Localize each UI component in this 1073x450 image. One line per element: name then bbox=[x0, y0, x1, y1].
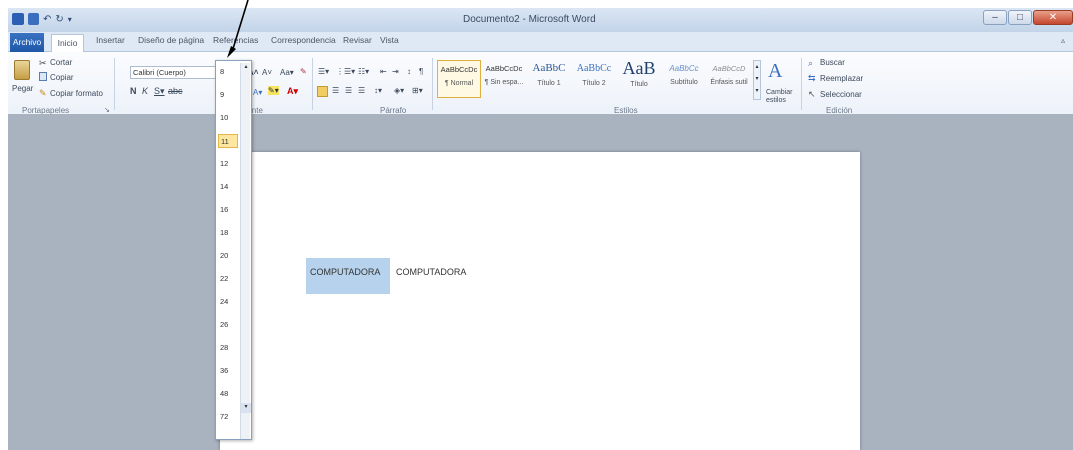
tab-referencias[interactable]: Referencias bbox=[213, 35, 258, 45]
copy-button[interactable]: Copiar bbox=[50, 73, 74, 82]
underline-icon[interactable]: S▾ bbox=[154, 86, 165, 97]
bullets-icon[interactable]: ☰▾ bbox=[318, 67, 329, 76]
find-button[interactable]: Buscar bbox=[820, 58, 845, 67]
undo-icon[interactable]: ↶ bbox=[43, 14, 51, 25]
tab-insertar[interactable]: Insertar bbox=[96, 35, 125, 45]
font-size-option[interactable]: 10 bbox=[218, 111, 238, 125]
clipboard-launcher-icon[interactable]: ↘ bbox=[104, 106, 110, 114]
align-right-icon[interactable]: ☰ bbox=[345, 86, 352, 95]
font-size-option[interactable]: 16 bbox=[218, 203, 238, 217]
document-page[interactable]: COMPUTADORA COMPUTADORA bbox=[220, 152, 860, 450]
format-painter-icon[interactable]: ✎ bbox=[39, 88, 47, 99]
word-window: ↶ ↻ ▾ Documento2 - Microsoft Word – □ ✕ … bbox=[8, 8, 1073, 450]
font-size-option[interactable]: 26 bbox=[218, 318, 238, 332]
word-icon bbox=[12, 13, 24, 25]
tab-revisar[interactable]: Revisar bbox=[343, 35, 372, 45]
clear-format-icon[interactable]: ✎ bbox=[300, 67, 307, 76]
font-name-combobox[interactable]: Calibri (Cuerpo) bbox=[130, 66, 218, 79]
line-spacing-icon[interactable]: ↕▾ bbox=[374, 86, 382, 95]
find-icon[interactable]: ⌕ bbox=[808, 58, 813, 69]
style-sin-espaciado[interactable]: AaBbCcDc ¶ Sin espa... bbox=[482, 60, 526, 98]
decrease-indent-icon[interactable]: ⇤ bbox=[380, 67, 387, 76]
font-size-option[interactable]: 24 bbox=[218, 295, 238, 309]
font-size-option[interactable]: 18 bbox=[218, 226, 238, 240]
document-text[interactable]: COMPUTADORA bbox=[396, 267, 466, 277]
window-controls: – □ ✕ bbox=[983, 10, 1073, 25]
font-size-option[interactable]: 14 bbox=[218, 180, 238, 194]
font-color-icon[interactable]: A▾ bbox=[287, 86, 298, 97]
tab-correspondencia[interactable]: Correspondencia bbox=[271, 35, 336, 45]
style-enfasis-sutil[interactable]: AaBbCcD Énfasis sutil bbox=[707, 60, 751, 98]
close-button[interactable]: ✕ bbox=[1033, 10, 1073, 25]
text-effects-icon[interactable]: A▾ bbox=[253, 88, 262, 97]
maximize-button[interactable]: □ bbox=[1008, 10, 1032, 25]
sort-icon[interactable]: ↕ bbox=[407, 67, 411, 76]
scroll-up-icon[interactable]: ▴ bbox=[241, 63, 251, 73]
font-size-option[interactable]: 72 bbox=[218, 410, 238, 424]
quick-access-toolbar: ↶ ↻ ▾ bbox=[12, 13, 72, 25]
strikethrough-icon[interactable]: abc bbox=[168, 86, 183, 96]
select-icon[interactable]: ↖ bbox=[808, 89, 816, 100]
italic-icon[interactable]: K bbox=[142, 86, 148, 96]
align-left-icon[interactable] bbox=[317, 86, 328, 97]
redo-icon[interactable]: ↻ bbox=[55, 14, 63, 25]
numbering-icon[interactable]: ⋮☰▾ bbox=[336, 67, 355, 76]
tab-archivo[interactable]: Archivo bbox=[10, 33, 44, 52]
tab-vista[interactable]: Vista bbox=[380, 35, 399, 45]
paste-icon[interactable] bbox=[14, 60, 30, 80]
minimize-ribbon-icon[interactable]: ▵ bbox=[1061, 36, 1065, 45]
dropdown-scrollbar[interactable]: ▴ ▾ bbox=[240, 63, 251, 439]
highlight-icon[interactable]: ✎▾ bbox=[268, 86, 279, 95]
increase-indent-icon[interactable]: ⇥ bbox=[392, 67, 399, 76]
font-size-option[interactable]: 36 bbox=[218, 364, 238, 378]
style-normal[interactable]: AaBbCcDc ¶ Normal bbox=[437, 60, 481, 98]
cut-button[interactable]: Cortar bbox=[50, 58, 72, 67]
font-size-option[interactable]: 12 bbox=[218, 157, 238, 171]
font-size-option[interactable]: 9 bbox=[218, 88, 238, 102]
font-size-option[interactable]: 20 bbox=[218, 249, 238, 263]
document-area: COMPUTADORA COMPUTADORA bbox=[8, 114, 1073, 450]
style-titulo[interactable]: AaB Título bbox=[617, 58, 661, 98]
change-styles-icon[interactable]: A bbox=[768, 60, 782, 83]
copy-icon[interactable] bbox=[39, 72, 47, 81]
style-titulo2[interactable]: AaBbCc Título 2 bbox=[572, 60, 616, 98]
font-size-option[interactable]: 8 bbox=[218, 65, 238, 79]
paste-label[interactable]: Pegar bbox=[12, 84, 33, 93]
show-marks-icon[interactable]: ¶ bbox=[419, 67, 423, 76]
font-size-option[interactable]: 11 bbox=[218, 134, 238, 148]
bold-icon[interactable]: N bbox=[130, 86, 137, 96]
change-styles-button[interactable]: Cambiar estilos bbox=[766, 89, 796, 105]
replace-icon[interactable]: ⇆ bbox=[808, 73, 816, 84]
multilevel-list-icon[interactable]: ☷▾ bbox=[358, 67, 369, 76]
font-size-option[interactable]: 28 bbox=[218, 341, 238, 355]
justify-icon[interactable]: ☰ bbox=[358, 86, 365, 95]
font-size-option[interactable]: 22 bbox=[218, 272, 238, 286]
style-subtitulo[interactable]: AaBbCc Subtítulo bbox=[662, 60, 706, 98]
minimize-button[interactable]: – bbox=[983, 10, 1007, 25]
title-bar: ↶ ↻ ▾ Documento2 - Microsoft Word – □ ✕ bbox=[8, 8, 1073, 32]
shrink-font-icon[interactable]: A˅ bbox=[262, 68, 272, 77]
format-painter-button[interactable]: Copiar formato bbox=[50, 89, 103, 98]
replace-button[interactable]: Reemplazar bbox=[820, 74, 863, 83]
shading-icon[interactable]: ◈▾ bbox=[394, 86, 404, 95]
scroll-down-icon[interactable]: ▾ bbox=[241, 403, 251, 413]
ribbon-tabs: Archivo Inicio Insertar Diseño de página… bbox=[8, 32, 1073, 52]
styles-scroll[interactable]: ▴ ▾ ▾ bbox=[753, 60, 761, 100]
save-icon[interactable] bbox=[28, 13, 39, 25]
cut-icon[interactable]: ✂ bbox=[39, 58, 47, 69]
window-title: Documento2 - Microsoft Word bbox=[463, 14, 596, 25]
style-titulo1[interactable]: AaBbC Título 1 bbox=[527, 60, 571, 98]
tab-diseno-pagina[interactable]: Diseño de página bbox=[138, 35, 204, 45]
align-center-icon[interactable]: ☰ bbox=[332, 86, 339, 95]
borders-icon[interactable]: ⊞▾ bbox=[412, 86, 423, 95]
customize-qat-icon[interactable]: ▾ bbox=[68, 15, 72, 24]
font-size-option[interactable]: 48 bbox=[218, 387, 238, 401]
change-case-icon[interactable]: Aa▾ bbox=[280, 68, 294, 77]
select-button[interactable]: Seleccionar bbox=[820, 90, 862, 99]
font-size-dropdown-list[interactable]: 8 9 10 11 12 14 16 18 20 22 24 26 28 36 48 72 ▴ ▾ bbox=[215, 60, 252, 440]
document-text-selected[interactable]: COMPUTADORA bbox=[310, 267, 380, 277]
tab-inicio[interactable]: Inicio bbox=[51, 34, 84, 52]
